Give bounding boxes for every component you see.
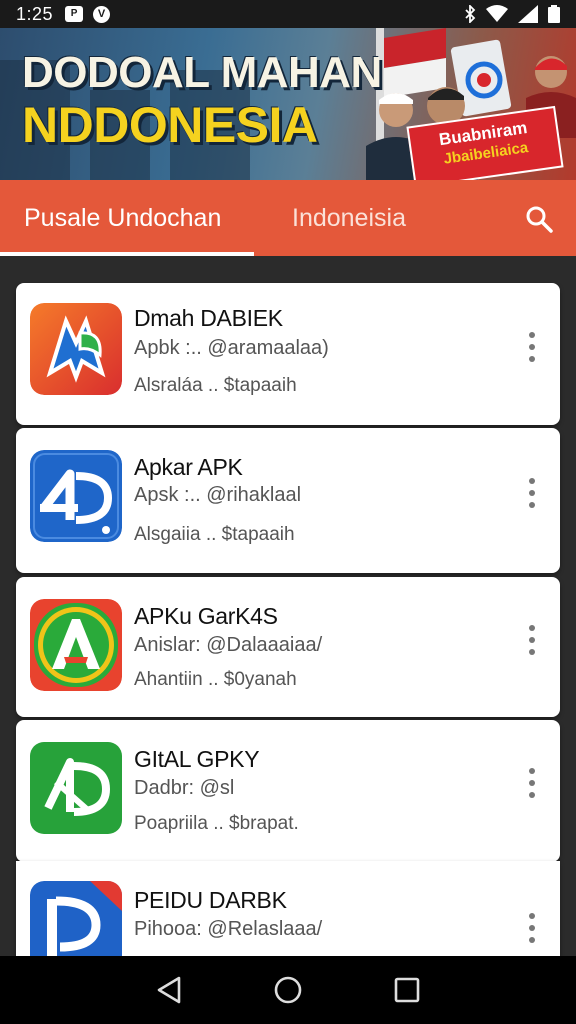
list-item[interactable]: Dmah DABIEK Apbk :.. @aramaalaa) Alsralá… (16, 283, 560, 425)
app-subtitle: Dadbr: @sl (134, 777, 235, 799)
battery-icon (548, 5, 560, 23)
more-options-icon[interactable] (528, 768, 536, 798)
app-subtitle: Pihooa: @Relaslaaa/ (134, 918, 323, 940)
more-options-icon[interactable] (528, 913, 536, 943)
app-meta: Alsraláa .. $tapaaih (134, 375, 297, 396)
tab-bar: Pusale Undochan Indoneisia (0, 180, 576, 256)
app-subtitle: Apsk :.. @rihaklaal (134, 484, 302, 506)
tab-label: Pusale Undochan (24, 203, 222, 232)
bluetooth-icon (465, 5, 476, 23)
app-meta: Poapriila .. $brapat. (134, 813, 299, 834)
app-subtitle: Anislar: @Dalaaaiaa/ (134, 634, 323, 656)
recents-icon (394, 977, 419, 1003)
app-subtitle: Apbk :.. @aramaalaa) (134, 337, 329, 359)
home-icon (274, 976, 302, 1004)
back-icon (158, 976, 181, 1004)
status-time: 1:25 (16, 3, 54, 24)
app-name: GItAL GPKY (134, 746, 260, 772)
green-d-logo-icon (30, 742, 122, 834)
signal-icon (518, 5, 538, 23)
more-options-icon[interactable] (528, 332, 536, 362)
tab-pusale-undochan[interactable]: Pusale Undochan (0, 180, 254, 256)
app-meta: Ahantiin .. $0yanah (134, 669, 297, 690)
v-circle-icon: V (93, 5, 111, 23)
green-a-logo-icon (30, 599, 122, 691)
status-bar: 1:25 P V (0, 0, 576, 28)
tab-label: Indoneisia (292, 203, 406, 232)
back-button[interactable] (149, 970, 189, 1010)
tab-indoneisia[interactable]: Indoneisia (254, 180, 406, 256)
promo-banner[interactable]: DODOAL MAHAN NDDONESIA Buabniram Jbaibel… (0, 28, 576, 180)
notification-badge-icon: P (65, 5, 84, 22)
navigation-bar (0, 956, 576, 1024)
orange-blue-shield-icon (30, 303, 122, 395)
app-name: APKu GarK4S (134, 603, 278, 629)
app-name: PEIDU DARBK (134, 887, 287, 913)
list-item[interactable]: Apkar APK Apsk :.. @rihaklaal Alsgaiia .… (16, 428, 560, 573)
search-icon[interactable] (524, 204, 554, 234)
home-button[interactable] (268, 970, 308, 1010)
banner-title-line2: NDDONESIA (22, 97, 318, 153)
blue-4d-logo-icon (30, 450, 122, 542)
wifi-icon (486, 5, 508, 22)
recents-button[interactable] (387, 970, 427, 1010)
list-item[interactable]: GItAL GPKY Dadbr: @sl Poapriila .. $brap… (16, 720, 560, 862)
more-options-icon[interactable] (528, 478, 536, 508)
app-meta: Alsgaiia .. $tapaaih (134, 524, 295, 545)
app-name: Apkar APK (134, 454, 243, 480)
more-options-icon[interactable] (528, 625, 536, 655)
list-item[interactable]: APKu GarK4S Anislar: @Dalaaaiaa/ Ahantii… (16, 577, 560, 717)
banner-title-line1: DODOAL MAHAN (22, 48, 382, 97)
app-name: Dmah DABIEK (134, 305, 283, 331)
